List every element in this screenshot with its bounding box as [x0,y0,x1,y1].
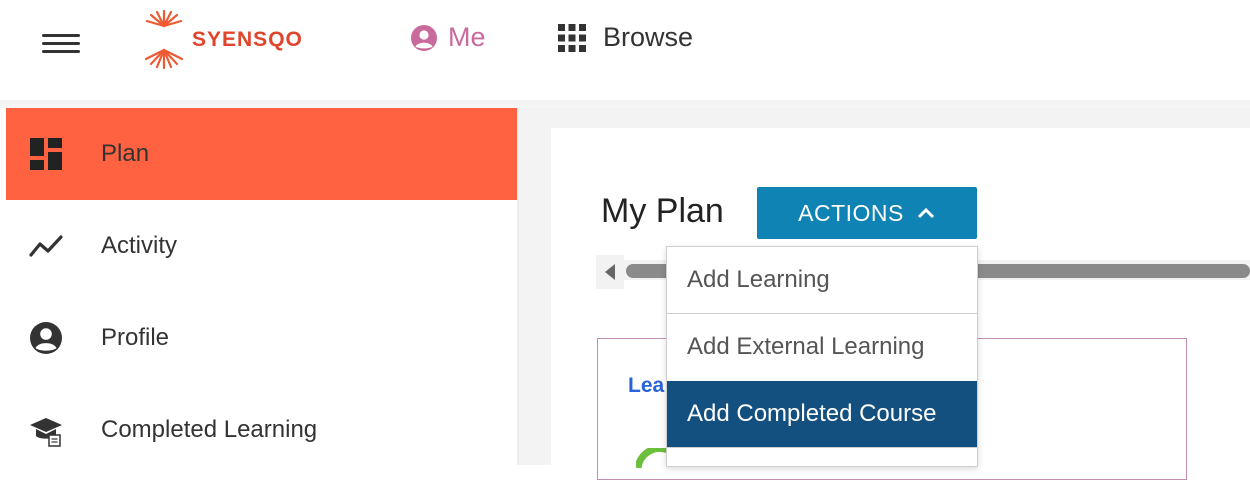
actions-button-label: ACTIONS [798,199,904,226]
sidebar-item-plan[interactable]: Plan [6,108,517,200]
menu-divider [667,447,977,448]
sidebar-item-label: Completed Learning [101,416,318,443]
nav-me-link[interactable]: Me [410,22,486,53]
sidebar-item-label: Profile [101,324,170,351]
nav-browse-link[interactable]: Browse [557,22,693,53]
menu-item-label: Add Completed Course [687,400,937,427]
carousel-left-arrow-icon[interactable] [596,255,624,289]
dashboard-icon [30,138,62,170]
nav-me-label: Me [448,22,486,52]
menu-item-add-learning[interactable]: Add Learning [667,247,977,313]
sidebar-item-completed-learning[interactable]: Completed Learning [6,384,517,476]
menu-item-add-external-learning[interactable]: Add External Learning [667,314,977,380]
hamburger-menu-icon[interactable] [40,28,84,60]
actions-dropdown-menu: Add Learning Add External Learning Add C… [666,246,978,467]
chevron-up-icon [917,207,934,219]
user-circle-icon [30,322,62,354]
nav-browse-label: Browse [603,22,694,52]
user-circle-icon [411,24,437,51]
activity-trend-icon [29,235,63,257]
page-title: My Plan [601,192,724,230]
top-header: SYENSQO Me Browse [0,0,1250,100]
sidebar-item-label: Plan [101,140,150,167]
brand-logo[interactable]: SYENSQO [140,8,303,72]
logo-mark-icon [144,9,184,70]
menu-item-label: Add External Learning [687,333,925,360]
menu-item-label: Add Learning [687,266,830,293]
grid-apps-icon [558,23,586,52]
learning-card-title[interactable]: Lea [628,374,664,398]
logo-text: SYENSQO [192,28,303,51]
sidebar-item-profile[interactable]: Profile [6,292,517,384]
actions-button[interactable]: ACTIONS [757,187,977,239]
menu-item-add-completed-course[interactable]: Add Completed Course [667,381,977,447]
graduation-cap-icon [30,418,62,447]
sidebar: Plan Activity Profile Completed Learning [0,108,520,465]
sidebar-item-label: Activity [101,232,178,259]
sidebar-item-activity[interactable]: Activity [6,200,517,292]
